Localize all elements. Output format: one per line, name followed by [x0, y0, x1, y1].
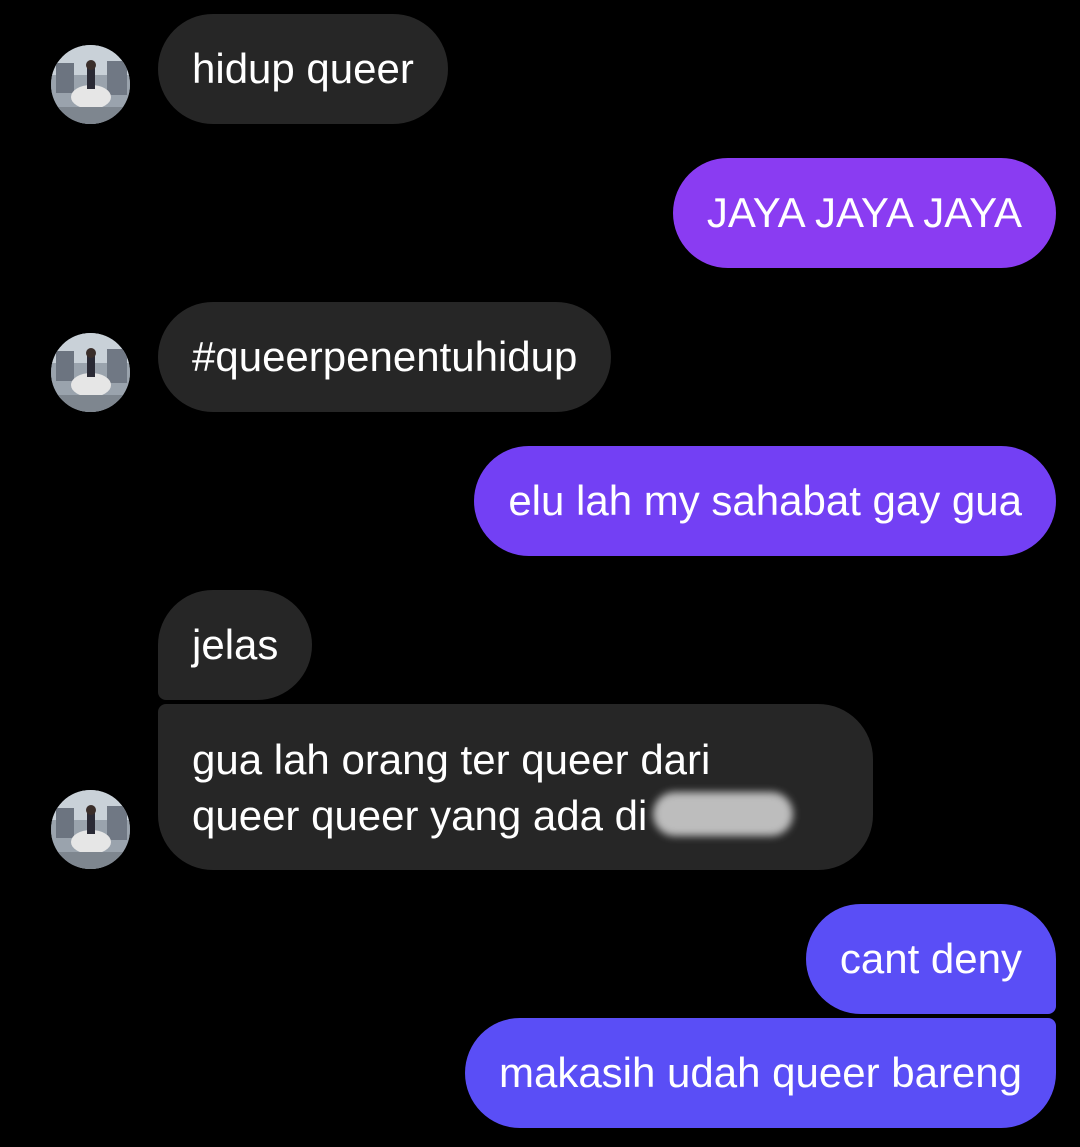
contact-avatar[interactable] — [51, 333, 130, 412]
message-text: hidup queer — [192, 45, 414, 92]
outgoing-message[interactable]: cant deny — [805, 904, 1056, 1014]
message-text: jelas — [192, 621, 279, 668]
message-text: elu lah my sahabat gay gua — [508, 477, 1022, 524]
incoming-message[interactable]: jelas — [158, 590, 313, 700]
contact-avatar[interactable] — [51, 45, 130, 124]
message-text: makasih udah queer bareng — [498, 1049, 1022, 1096]
message-text: cant deny — [839, 935, 1022, 982]
avatar-photo-icon — [51, 790, 130, 869]
outgoing-message[interactable]: elu lah my sahabat gay gua — [474, 446, 1056, 556]
redacted-blur — [653, 792, 794, 836]
outgoing-message[interactable]: JAYA JAYA JAYA — [672, 158, 1056, 268]
message-text: #queerpenentuhidup — [192, 333, 578, 380]
chat-thread: hidup queer JAYA JAYA JAYA #queerpenentu… — [0, 0, 1080, 1147]
avatar-photo-icon — [51, 45, 130, 124]
outgoing-message[interactable]: makasih udah queer bareng — [464, 1018, 1056, 1128]
avatar-photo-icon — [51, 333, 130, 412]
message-text: queer queer yang ada di — [192, 792, 648, 839]
incoming-message[interactable]: #queerpenentuhidup — [158, 302, 612, 412]
message-text-line: gua lah orang ter queer dari — [192, 736, 711, 783]
message-text: JAYA JAYA JAYA — [706, 189, 1022, 236]
contact-avatar[interactable] — [51, 790, 130, 869]
message-text-line-with-redaction: queer queer yang ada di — [192, 788, 839, 844]
incoming-message[interactable]: gua lah orang ter queer dari queer queer… — [158, 704, 873, 870]
incoming-message[interactable]: hidup queer — [158, 14, 448, 124]
